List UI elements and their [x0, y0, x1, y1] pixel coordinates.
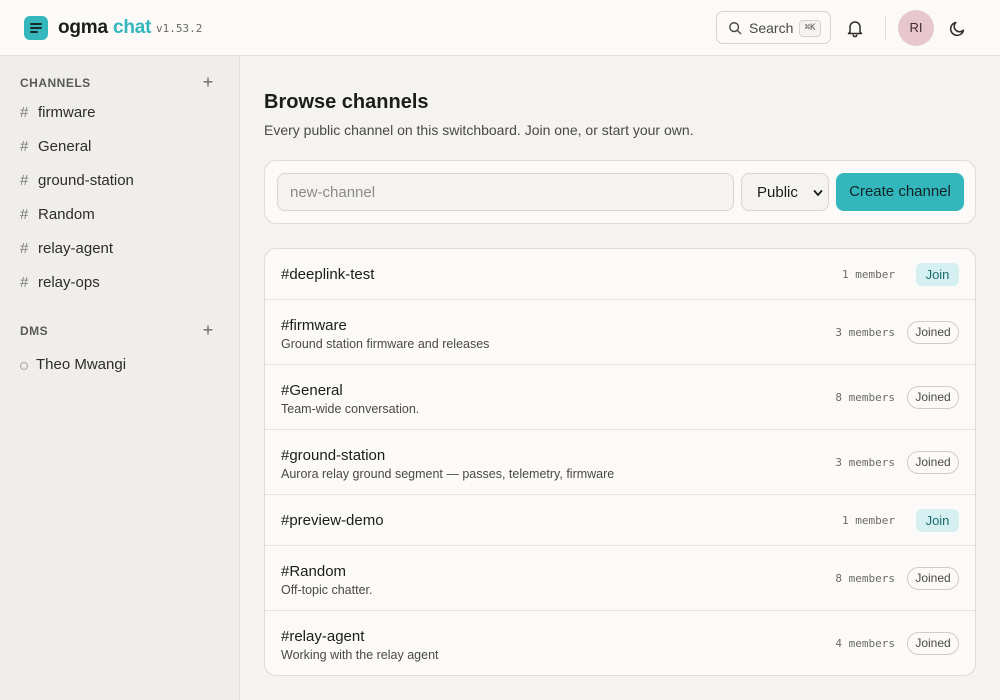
channel-name: #Random — [281, 563, 347, 580]
channel-row[interactable]: #firmware Ground station firmware and re… — [265, 300, 975, 365]
channel-description: Working with the relay agent — [281, 648, 439, 662]
sidebar-item-label: Theo Mwangi — [36, 356, 127, 373]
bell-icon[interactable] — [845, 18, 865, 38]
brand-primary: ogma — [58, 17, 108, 38]
search-label: Search — [749, 20, 794, 36]
sidebar: CHANNELS + # firmware # General # ground… — [0, 56, 240, 700]
member-count: 3 members — [835, 456, 895, 469]
page-title: Browse channels — [264, 91, 429, 113]
search-button[interactable]: Search ⌘K — [716, 11, 831, 44]
channel-name-text: General — [289, 382, 343, 399]
hash-icon: # — [20, 206, 29, 223]
channel-name: #firmware — [281, 317, 347, 334]
version-label: v1.53.2 — [156, 22, 203, 35]
joined-badge[interactable]: Joined — [907, 321, 959, 344]
channel-row[interactable]: #ground-station Aurora relay ground segm… — [265, 430, 975, 495]
joined-badge[interactable]: Joined — [907, 386, 959, 409]
sidebar-item-relay-agent[interactable]: # relay-agent — [20, 236, 220, 264]
hash-icon: # — [20, 172, 29, 189]
hash-icon: # — [20, 274, 29, 291]
channel-description: Team-wide conversation. — [281, 402, 420, 416]
channel-description: Ground station firmware and releases — [281, 337, 490, 351]
dms-section-title: DMS — [20, 324, 49, 338]
hash-icon: # — [20, 240, 29, 257]
sidebar-item-label: Random — [38, 206, 95, 223]
sidebar-item-label: relay-agent — [38, 240, 114, 257]
channels-section-title: CHANNELS — [20, 76, 91, 90]
brand-accent: chat — [112, 17, 152, 38]
channel-name-text: ground-station — [289, 447, 386, 464]
sidebar-item-label: relay-ops — [38, 274, 100, 291]
brand-name: ogma chat — [58, 17, 151, 39]
channel-description: Off-topic chatter. — [281, 583, 373, 597]
joined-badge[interactable]: Joined — [907, 451, 959, 474]
channel-name: #ground-station — [281, 447, 386, 464]
channel-row[interactable]: #relay-agent Working with the relay agen… — [265, 611, 975, 675]
channel-name-text: relay-agent — [289, 628, 365, 645]
joined-badge[interactable]: Joined — [907, 632, 959, 655]
add-channel-button[interactable]: + — [200, 73, 216, 91]
visibility-select[interactable]: Public — [741, 173, 829, 211]
sidebar-item-label: firmware — [38, 104, 96, 121]
sidebar-item-random[interactable]: # Random — [20, 202, 220, 230]
channel-name: #preview-demo — [281, 512, 384, 529]
search-icon — [729, 22, 742, 35]
hash-icon: # — [20, 138, 29, 155]
channel-name-input[interactable] — [277, 173, 734, 211]
channel-list: #deeplink-test 1 member Join #firmware G… — [264, 248, 976, 676]
sidebar-item-label: General — [38, 138, 92, 155]
presence-offline-icon — [20, 362, 28, 370]
channel-name-text: preview-demo — [289, 512, 384, 529]
member-count: 3 members — [835, 326, 895, 339]
sidebar-item-dm-theo-mwangi[interactable]: Theo Mwangi — [20, 352, 220, 380]
member-count: 8 members — [835, 391, 895, 404]
member-count: 8 members — [835, 572, 895, 585]
channel-row[interactable]: #Random Off-topic chatter. 8 members Joi… — [265, 546, 975, 611]
channel-name: #relay-agent — [281, 628, 365, 645]
header-divider — [885, 16, 886, 40]
channel-name: #General — [281, 382, 343, 399]
member-count: 1 member — [842, 514, 895, 527]
avatar[interactable]: RI — [898, 10, 934, 46]
top-bar: ogma chat v1.53.2 Search ⌘K RI — [0, 0, 1000, 56]
visibility-value: Public — [757, 184, 798, 201]
joined-badge[interactable]: Joined — [907, 567, 959, 590]
moon-icon[interactable] — [949, 19, 967, 37]
channel-description: Aurora relay ground segment — passes, te… — [281, 467, 615, 481]
channel-name-text: Random — [289, 563, 347, 580]
channel-row[interactable]: #deeplink-test 1 member Join — [265, 249, 975, 300]
sidebar-item-label: ground-station — [38, 172, 134, 189]
add-dm-button[interactable]: + — [200, 321, 216, 339]
logo-icon — [24, 16, 48, 40]
create-channel-card: Public Create channel — [264, 160, 976, 224]
sidebar-item-relay-ops[interactable]: # relay-ops — [20, 270, 220, 298]
sidebar-item-general[interactable]: # General — [20, 134, 220, 162]
sidebar-item-ground-station[interactable]: # ground-station — [20, 168, 220, 196]
channel-name-text: firmware — [289, 317, 347, 334]
member-count: 4 members — [835, 637, 895, 650]
channel-name-text: deeplink-test — [289, 266, 375, 283]
join-button[interactable]: Join — [916, 263, 959, 286]
channel-name: #deeplink-test — [281, 266, 375, 283]
join-button[interactable]: Join — [916, 509, 959, 532]
hash-icon: # — [20, 104, 29, 121]
create-channel-button[interactable]: Create channel — [836, 173, 964, 211]
sidebar-item-firmware[interactable]: # firmware — [20, 100, 220, 128]
channel-row[interactable]: #General Team-wide conversation. 8 membe… — [265, 365, 975, 430]
channel-row[interactable]: #preview-demo 1 member Join — [265, 495, 975, 546]
page-subtitle: Every public channel on this switchboard… — [264, 122, 694, 138]
search-shortcut: ⌘K — [799, 20, 821, 37]
chevron-down-icon — [813, 190, 823, 196]
member-count: 1 member — [842, 268, 895, 281]
